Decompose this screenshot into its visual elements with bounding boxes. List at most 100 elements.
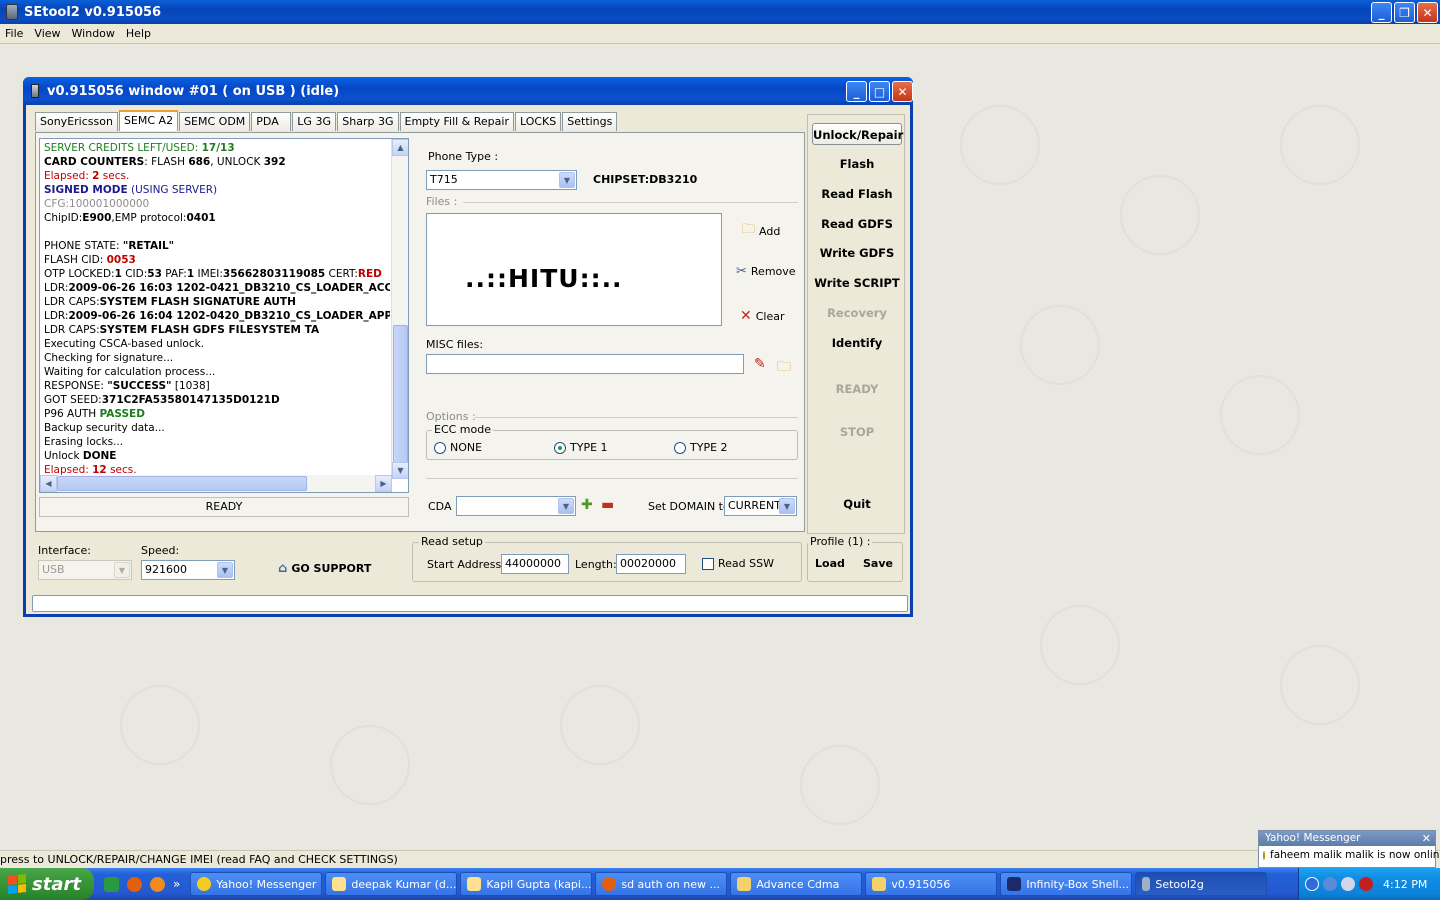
remove-cda-icon[interactable]: ▬ [601, 497, 614, 513]
files-list[interactable]: ..::HITU::.. [426, 213, 722, 326]
checkbox-box[interactable] [702, 557, 714, 570]
ecc-type2-radio[interactable]: TYPE 2 [674, 441, 728, 454]
child-title-bar[interactable]: v0.915056 window #01 ( on USB ) (idle) _… [23, 77, 913, 105]
tab-lg-3g[interactable]: LG 3G [292, 112, 337, 131]
radio-circle[interactable] [674, 441, 686, 454]
recovery-button[interactable]: Recovery [812, 302, 902, 324]
log-text: , UNLOCK [210, 156, 264, 168]
remove-file-button[interactable]: ✂ Remove [736, 264, 796, 279]
restore-button[interactable]: ❐ [1394, 2, 1415, 23]
cda-select[interactable]: ▼ [456, 496, 576, 516]
phone-type-select[interactable]: T715 ▼ [426, 170, 577, 190]
identify-button[interactable]: Identify [812, 332, 902, 354]
task-browser-sd-auth[interactable]: sd auth on new ... [595, 872, 728, 896]
hscroll-thumb[interactable] [57, 476, 307, 491]
go-support-button[interactable]: ⌂ GO SUPPORT [278, 561, 371, 576]
speed-select[interactable]: 921600 ▼ [141, 560, 235, 580]
start-address-input[interactable]: 44000000 [501, 554, 569, 574]
close-icon[interactable]: ✕ [1422, 831, 1431, 846]
tab-settings[interactable]: Settings [562, 112, 618, 131]
read-flash-button[interactable]: Read Flash [812, 183, 902, 205]
tab-empty-fill-repair[interactable]: Empty Fill & Repair [399, 112, 514, 131]
read-ssw-checkbox[interactable]: Read SSW [702, 557, 774, 570]
log-horizontal-scrollbar[interactable]: ◀ ▶ [40, 475, 392, 492]
domain-select[interactable]: CURRENT ▼ [724, 496, 797, 516]
task-infinity-box[interactable]: Infinity-Box Shell... [1000, 872, 1133, 896]
scroll-left-icon[interactable]: ◀ [40, 475, 57, 492]
write-gdfs-button[interactable]: Write GDFS [812, 242, 902, 264]
log-text: : FLASH [144, 156, 189, 168]
write-script-button[interactable]: Write SCRIPT [812, 272, 902, 294]
chevron-down-icon[interactable]: ▼ [559, 172, 575, 188]
log-vertical-scrollbar[interactable]: ▲ ▼ [391, 139, 408, 479]
antivirus-icon[interactable] [1359, 877, 1373, 891]
tab-sonyericsson[interactable]: SonyEricsson [35, 112, 118, 131]
background-emblem [960, 105, 1040, 185]
read-ssw-label: Read SSW [718, 557, 774, 570]
chevron-right-icon[interactable]: » [173, 877, 180, 892]
ecc-none-radio[interactable]: NONE [434, 441, 482, 454]
ecc-type1-radio[interactable]: TYPE 1 [554, 441, 608, 454]
child-close-button[interactable]: ✕ [892, 81, 913, 102]
misc-files-input[interactable] [426, 354, 744, 374]
tab-semc-odm[interactable]: SEMC ODM [179, 112, 251, 131]
messenger-notification[interactable]: Yahoo! Messenger ✕ faheem malik malik is… [1258, 830, 1440, 868]
task-chat-kapil[interactable]: Kapil Gupta (kapi... [460, 872, 593, 896]
radio-circle-selected[interactable] [554, 441, 566, 454]
tab-pda[interactable]: PDA [251, 112, 292, 131]
task-yahoo-messenger[interactable]: Yahoo! Messenger [190, 872, 323, 896]
menu-file[interactable]: File [0, 27, 29, 40]
security-icon[interactable] [1341, 877, 1355, 891]
scroll-thumb[interactable] [393, 325, 408, 465]
task-folder-v0915056[interactable]: v0.915056 [865, 872, 998, 896]
chevron-down-icon[interactable]: ▼ [779, 498, 795, 514]
log-text: (USING SERVER) [127, 184, 218, 196]
app-title-bar[interactable]: SEtool2 v0.915056 _ ❐ ✕ [0, 0, 1440, 24]
scroll-right-icon[interactable]: ▶ [375, 475, 392, 492]
add-file-button[interactable]: 🗀 Add [742, 220, 780, 242]
add-cda-icon[interactable]: ✚ [581, 497, 593, 513]
task-folder-advance-cdma[interactable]: Advance Cdma [730, 872, 863, 896]
log-output[interactable]: SERVER CREDITS LEFT/USED: 17/13 CARD COUN… [39, 138, 409, 493]
quit-button[interactable]: Quit [812, 493, 902, 515]
log-text: Waiting for calculation process... [44, 366, 216, 378]
length-input[interactable]: 00020000 [616, 554, 686, 574]
child-maximize-button[interactable]: □ [869, 81, 890, 102]
chevron-down-icon[interactable]: ▼ [558, 498, 574, 514]
status-bar: press to UNLOCK/REPAIR/CHANGE IMEI (read… [0, 850, 1440, 868]
close-button[interactable]: ✕ [1417, 2, 1438, 23]
menu-view[interactable]: View [29, 27, 66, 40]
menu-help[interactable]: Help [121, 27, 157, 40]
clear-files-button[interactable]: ✕ Clear [740, 308, 785, 324]
task-label: sd auth on new ... [621, 877, 720, 891]
stop-button[interactable]: STOP [812, 421, 902, 443]
unlock-repair-button[interactable]: Unlock/Repair [812, 123, 903, 145]
quicklaunch-app-icon[interactable] [104, 876, 119, 892]
menu-window[interactable]: Window [67, 27, 121, 40]
tab-sharp-3g[interactable]: Sharp 3G [337, 112, 399, 131]
minimize-button[interactable]: _ [1371, 2, 1392, 23]
folder-icon[interactable]: 🗀 [777, 356, 791, 380]
flash-button[interactable]: Flash [812, 153, 902, 175]
tab-locks[interactable]: LOCKS [514, 112, 562, 131]
save-profile-button[interactable]: Save [863, 557, 893, 570]
load-profile-button[interactable]: Load [815, 557, 845, 570]
browser-icon[interactable] [150, 876, 165, 892]
firefox-icon[interactable] [127, 876, 142, 892]
log-text: Checking for signature... [44, 352, 174, 364]
read-gdfs-button[interactable]: Read GDFS [812, 213, 902, 235]
task-setool2g[interactable]: Setool2g [1135, 872, 1268, 896]
child-minimize-button[interactable]: _ [846, 81, 867, 102]
radio-circle[interactable] [434, 441, 446, 454]
interface-select[interactable]: USB ▼ [38, 560, 132, 580]
chevron-down-icon[interactable]: ▼ [217, 562, 233, 578]
scroll-down-icon[interactable]: ▼ [392, 462, 408, 479]
ecc-type2-label: TYPE 2 [690, 441, 728, 454]
start-button[interactable]: start [0, 868, 94, 900]
tab-semc-a2[interactable]: SEMC A2 [118, 110, 179, 131]
task-chat-deepak[interactable]: deepak Kumar (d... [325, 872, 458, 896]
scroll-up-icon[interactable]: ▲ [392, 139, 408, 156]
tray-expand-icon[interactable] [1305, 877, 1319, 891]
edit-pencil-icon[interactable]: ✎ [754, 356, 766, 372]
network-icon[interactable] [1323, 877, 1337, 891]
